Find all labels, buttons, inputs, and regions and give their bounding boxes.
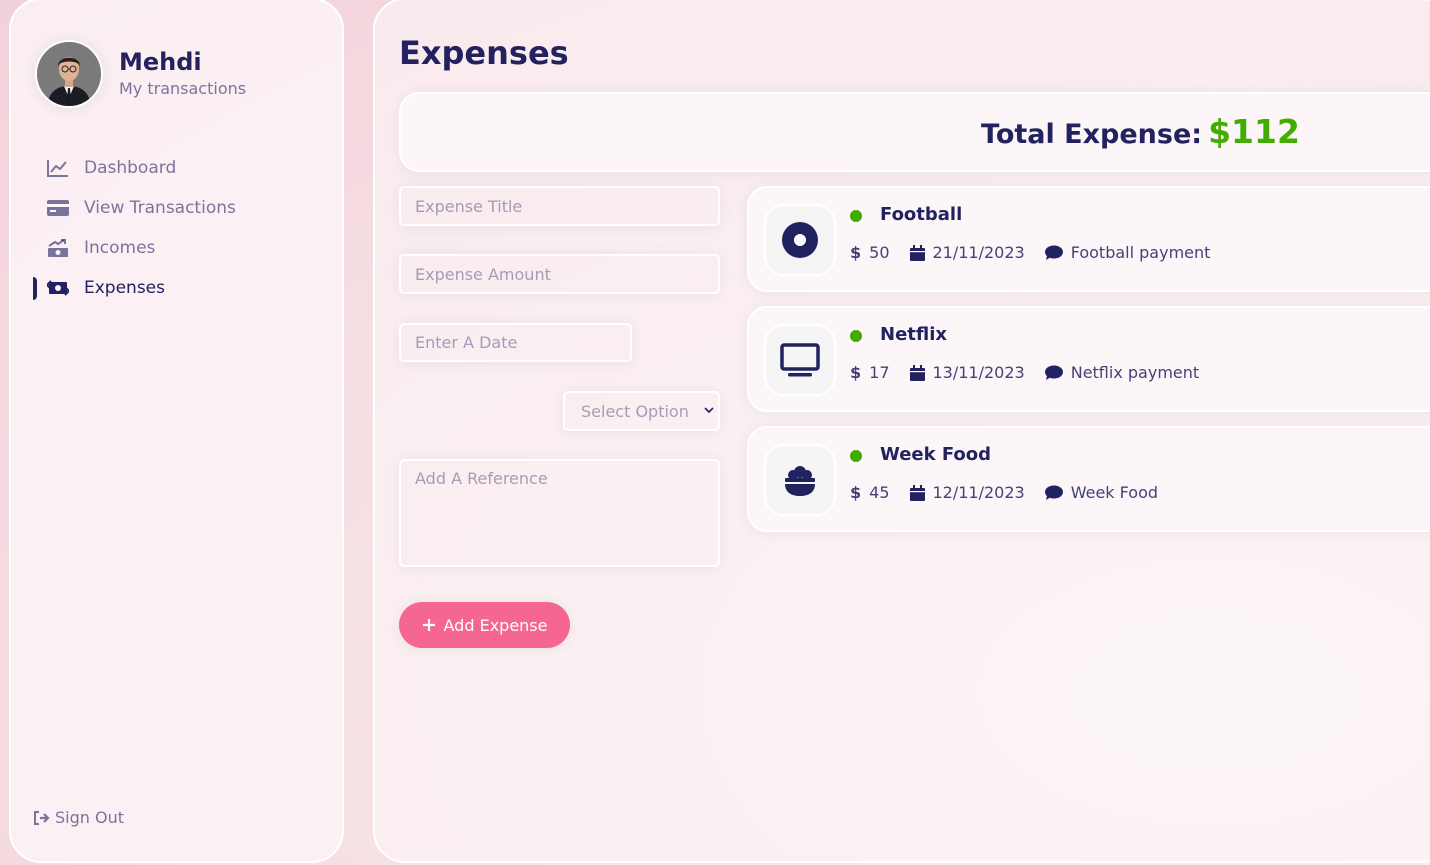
expense-item-meta: $ 50 21/11/2023 Football payment <box>850 243 1230 262</box>
total-expense: Total Expense: $112 <box>981 112 1300 151</box>
nav-item-label: Incomes <box>84 238 156 258</box>
expense-title-input[interactable] <box>399 186 720 226</box>
expense-date-value: 13/11/2023 <box>932 363 1025 382</box>
avatar <box>35 40 103 108</box>
sign-out-label: Sign Out <box>55 808 124 827</box>
expense-item-icon <box>764 444 836 516</box>
tv-icon <box>780 343 820 377</box>
sign-out-icon <box>34 810 50 825</box>
dollar-icon: $ <box>850 243 862 262</box>
money-bill-trend-up-icon <box>48 239 68 257</box>
calendar-icon <box>909 364 925 381</box>
expense-item-icon <box>764 204 836 276</box>
total-expense-label: Total Expense: <box>981 119 1203 150</box>
nav-item-label: View Transactions <box>84 198 236 218</box>
money-bill-transfer-icon <box>47 280 69 296</box>
nav-menu: Dashboard View Transactions Incomes Expe… <box>33 148 236 308</box>
credit-card-icon <box>47 200 69 216</box>
comment-icon <box>1044 245 1063 260</box>
expense-item: Football $ 50 21/11/2023 Football paymen… <box>747 186 1430 292</box>
sidebar: Mehdi My transactions Dashboard View Tra… <box>9 0 344 863</box>
expense-date: 21/11/2023 <box>909 243 1025 262</box>
nav-item-dashboard[interactable]: Dashboard <box>33 148 236 188</box>
expense-description-value: Netflix payment <box>1070 363 1200 382</box>
expense-description-value: Week Food <box>1070 483 1159 502</box>
circle-dot-icon <box>782 222 818 258</box>
expense-description-value: Football payment <box>1070 243 1211 262</box>
calendar-icon <box>909 484 925 501</box>
dollar-icon: $ <box>850 363 862 382</box>
expense-item-meta: $ 45 12/11/2023 Week Food <box>850 483 1178 502</box>
dollar-icon: $ <box>850 483 862 502</box>
expense-description: Netflix payment <box>1044 363 1200 382</box>
expense-amount-value: 50 <box>869 243 890 262</box>
expense-date-value: 12/11/2023 <box>932 483 1025 502</box>
user-profile: Mehdi My transactions <box>35 40 246 108</box>
nav-item-incomes[interactable]: Incomes <box>33 228 236 268</box>
expense-amount-value: 45 <box>869 483 890 502</box>
chart-line-icon <box>47 160 68 177</box>
add-expense-button[interactable]: Add Expense <box>399 602 570 648</box>
expense-item-icon <box>764 324 836 396</box>
expense-item: Week Food $ 45 12/11/2023 Week Food <box>747 426 1430 532</box>
expense-date-input[interactable] <box>399 323 632 362</box>
comment-icon <box>1044 485 1063 500</box>
expense-amount-input[interactable] <box>399 254 720 294</box>
expense-item: Netflix $ 17 13/11/2023 Netflix payment <box>747 306 1430 412</box>
nav-item-expenses[interactable]: Expenses <box>33 268 236 308</box>
nav-item-label: Expenses <box>84 278 165 298</box>
comment-icon <box>1044 365 1063 380</box>
expense-item-meta: $ 17 13/11/2023 Netflix payment <box>850 363 1219 382</box>
reference-textarea[interactable] <box>399 459 720 567</box>
expense-description: Week Food <box>1044 483 1159 502</box>
calendar-icon <box>909 244 925 261</box>
add-expense-label: Add Expense <box>443 615 548 635</box>
user-name: Mehdi <box>119 48 202 76</box>
total-expense-card: Total Expense: $112 <box>399 92 1430 172</box>
expense-amount: $ 45 <box>850 483 890 502</box>
expense-item-title: Week Food <box>880 444 992 465</box>
page-title: Expenses <box>399 34 569 72</box>
expense-amount-value: 17 <box>869 363 890 382</box>
expense-amount: $ 17 <box>850 363 890 382</box>
bowl-food-icon <box>785 466 815 496</box>
expense-date: 12/11/2023 <box>909 483 1025 502</box>
expense-list: Football $ 50 21/11/2023 Football paymen… <box>747 186 1430 546</box>
expense-date: 13/11/2023 <box>909 363 1025 382</box>
expense-item-title: Football <box>880 204 963 225</box>
nav-item-view-transactions[interactable]: View Transactions <box>33 188 236 228</box>
expense-item-title: Netflix <box>880 324 947 345</box>
category-select[interactable]: Select Option <box>563 391 720 431</box>
category-select-wrapper: Select Option <box>563 391 720 431</box>
nav-item-label: Dashboard <box>84 158 177 178</box>
expense-description: Football payment <box>1044 243 1211 262</box>
plus-icon <box>422 619 435 631</box>
expense-date-value: 21/11/2023 <box>932 243 1025 262</box>
total-expense-value: $112 <box>1208 112 1300 151</box>
user-subtitle: My transactions <box>119 79 247 98</box>
sign-out-button[interactable]: Sign Out <box>33 808 124 827</box>
status-dot <box>850 330 862 342</box>
status-dot <box>850 450 862 462</box>
main-panel: Expenses Total Expense:$112 Select Optio… <box>373 0 1430 863</box>
avatar-image <box>37 42 101 106</box>
status-dot <box>850 210 862 222</box>
expense-amount: $ 50 <box>850 243 890 262</box>
